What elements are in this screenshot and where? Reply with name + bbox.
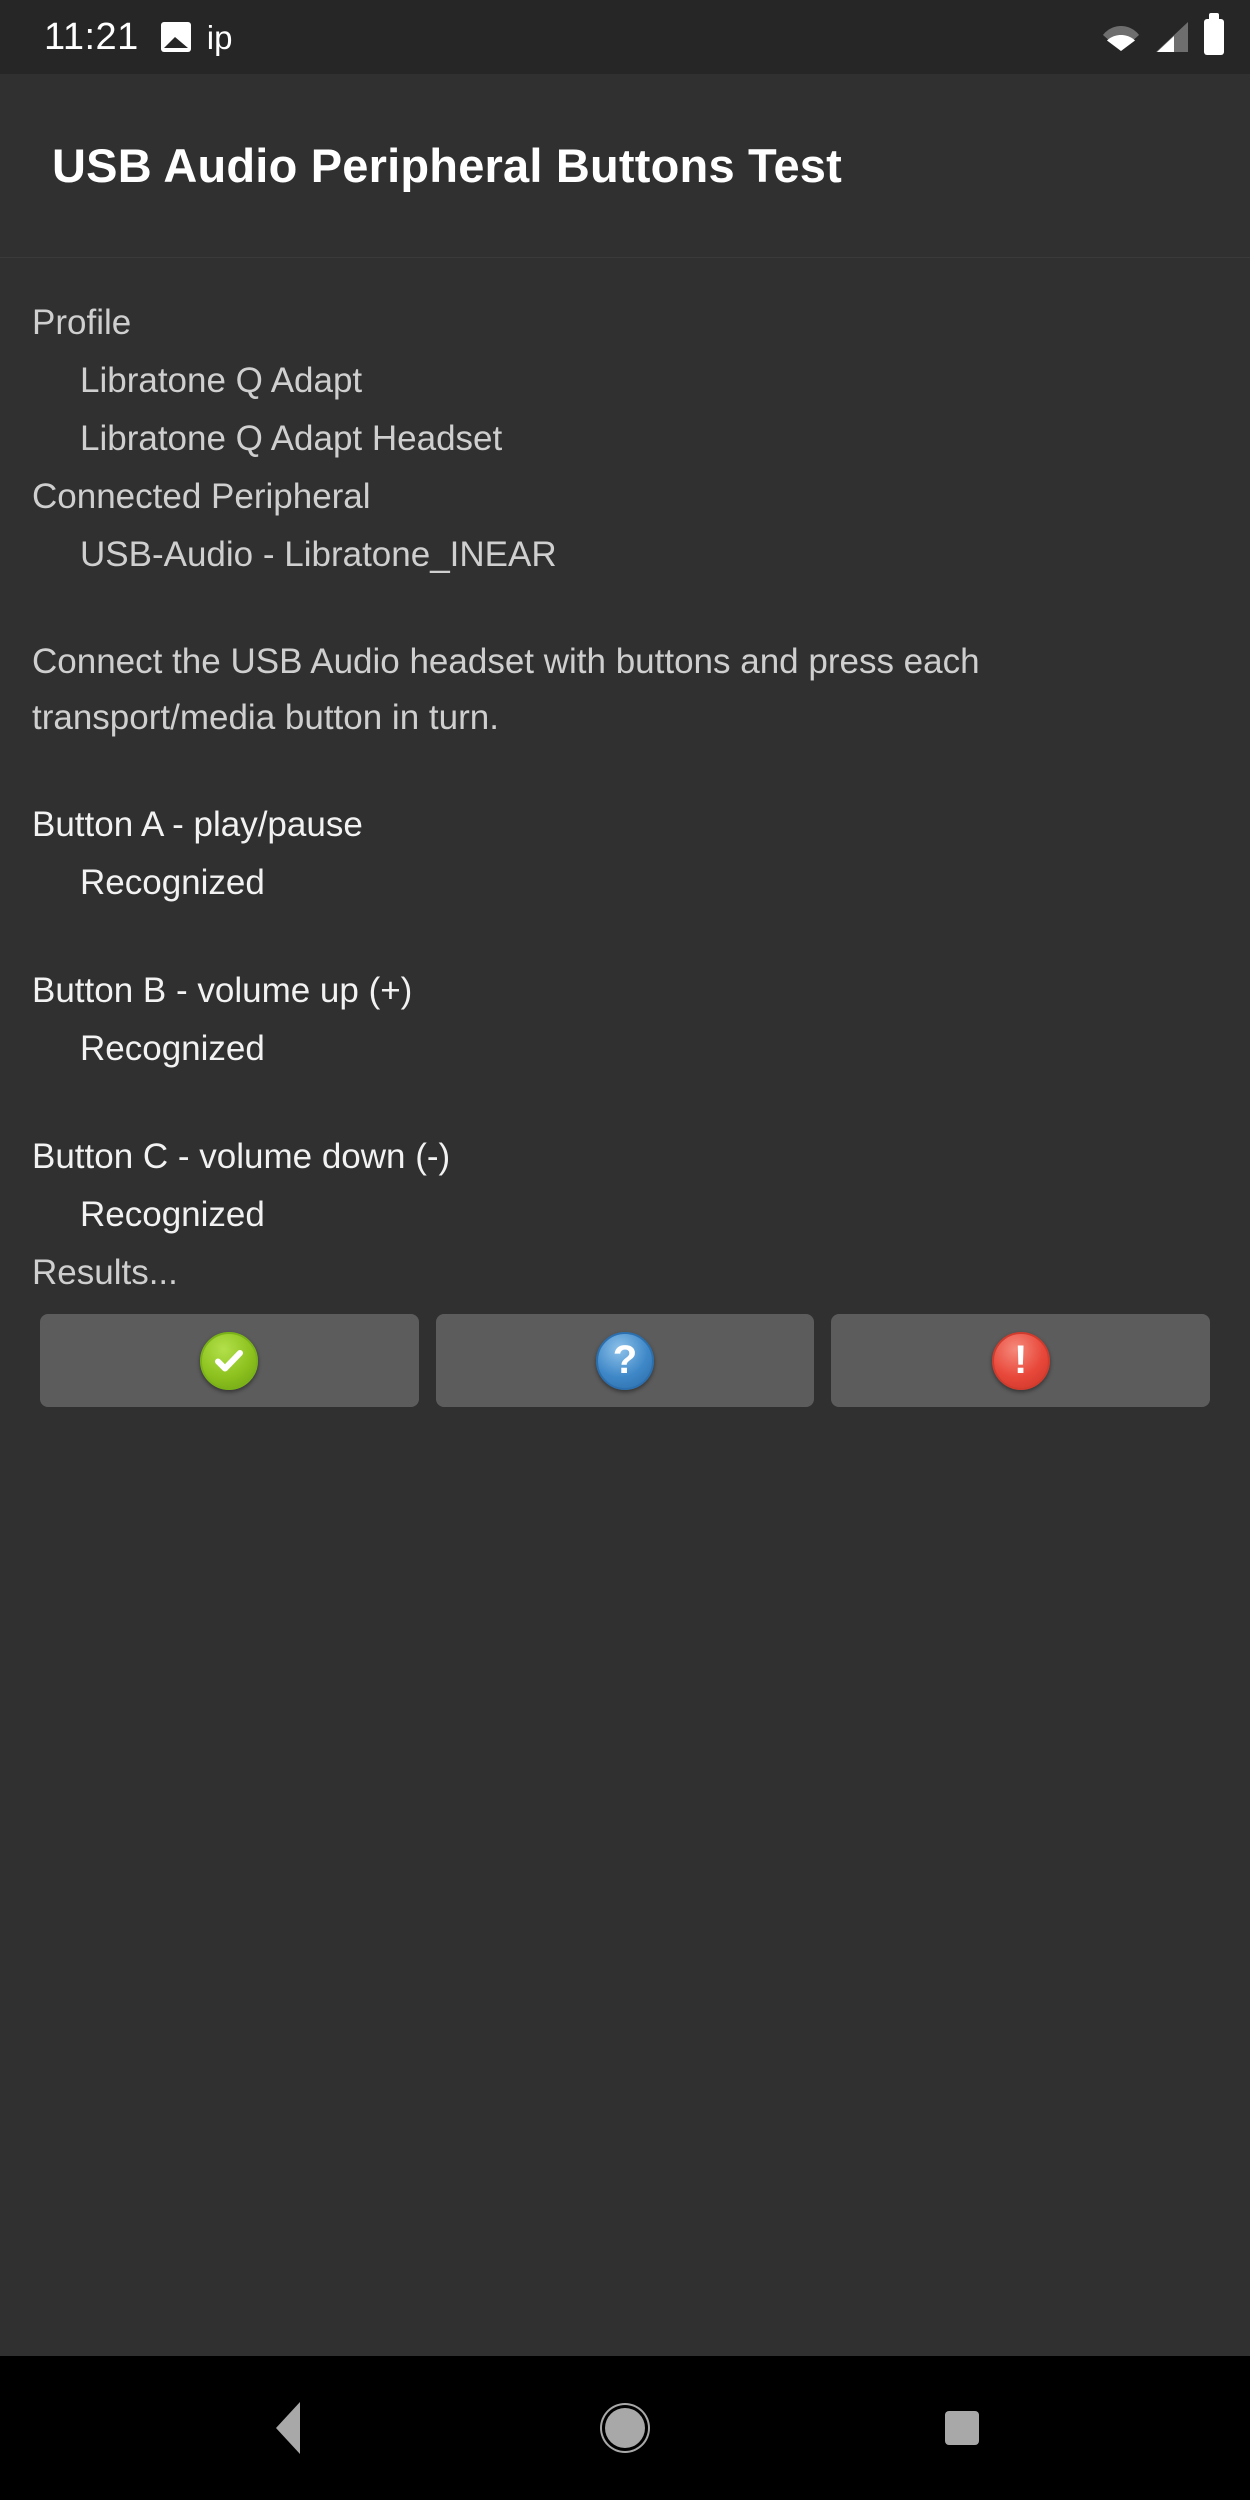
photo-icon (160, 22, 191, 52)
android-screen: 11:21 ip USB Audio Peripheral Buttons Te… (0, 0, 1250, 2500)
exclamation-circle-icon: ! (991, 1331, 1050, 1390)
nav-home-button[interactable] (565, 2356, 685, 2500)
instruction-text: Connect the USB Audio headset with butto… (32, 642, 990, 737)
app-title-bar: USB Audio Peripheral Buttons Test (0, 74, 1250, 258)
info-button[interactable]: ? (435, 1314, 815, 1407)
nav-recents-button[interactable] (902, 2356, 1022, 2500)
check-circle-icon (200, 1331, 259, 1390)
status-bar-right (1102, 19, 1224, 55)
profile-product: Libratone Q Adapt Headset (80, 419, 503, 458)
nav-back-button[interactable] (228, 2356, 348, 2500)
pass-button[interactable] (40, 1314, 419, 1407)
results-button-row: ? ! (32, 1314, 1218, 1407)
results-heading: Results... (32, 1253, 178, 1292)
notification-icons: ip (160, 18, 233, 56)
fail-button[interactable]: ! (831, 1314, 1211, 1407)
cell-signal-icon (1154, 21, 1190, 53)
button-c-label: Button C - volume down (-) (32, 1137, 451, 1176)
page-title: USB Audio Peripheral Buttons Test (52, 139, 842, 192)
system-navigation-bar (0, 2356, 1250, 2500)
button-b-label: Button B - volume up (+) (32, 971, 413, 1010)
status-bar: 11:21 ip (0, 0, 1250, 74)
back-triangle-icon (276, 2402, 301, 2454)
button-c-status: Recognized (80, 1195, 265, 1234)
recents-square-icon (944, 2411, 979, 2445)
button-a-label: Button A - play/pause (32, 805, 363, 844)
home-circle-icon (604, 2408, 645, 2448)
question-circle-icon: ? (596, 1331, 654, 1390)
status-bar-left: 11:21 ip (44, 18, 232, 56)
main-content: Profile Libratone Q Adapt Libratone Q Ad… (0, 258, 1250, 2356)
button-b-status: Recognized (80, 1029, 265, 1068)
profile-heading: Profile (32, 303, 132, 342)
button-a-status: Recognized (80, 863, 265, 902)
battery-icon (1204, 19, 1224, 55)
notification-label: ip (206, 18, 233, 56)
connected-peripheral-heading: Connected Peripheral (32, 477, 371, 516)
exclamation-mark-glyph: ! (1014, 1337, 1028, 1382)
connected-peripheral-device: USB-Audio - Libratone_INEAR (80, 535, 557, 574)
profile-name: Libratone Q Adapt (80, 361, 363, 400)
question-mark-glyph: ? (612, 1337, 638, 1382)
wifi-icon (1102, 22, 1140, 52)
status-clock: 11:21 (44, 16, 139, 58)
